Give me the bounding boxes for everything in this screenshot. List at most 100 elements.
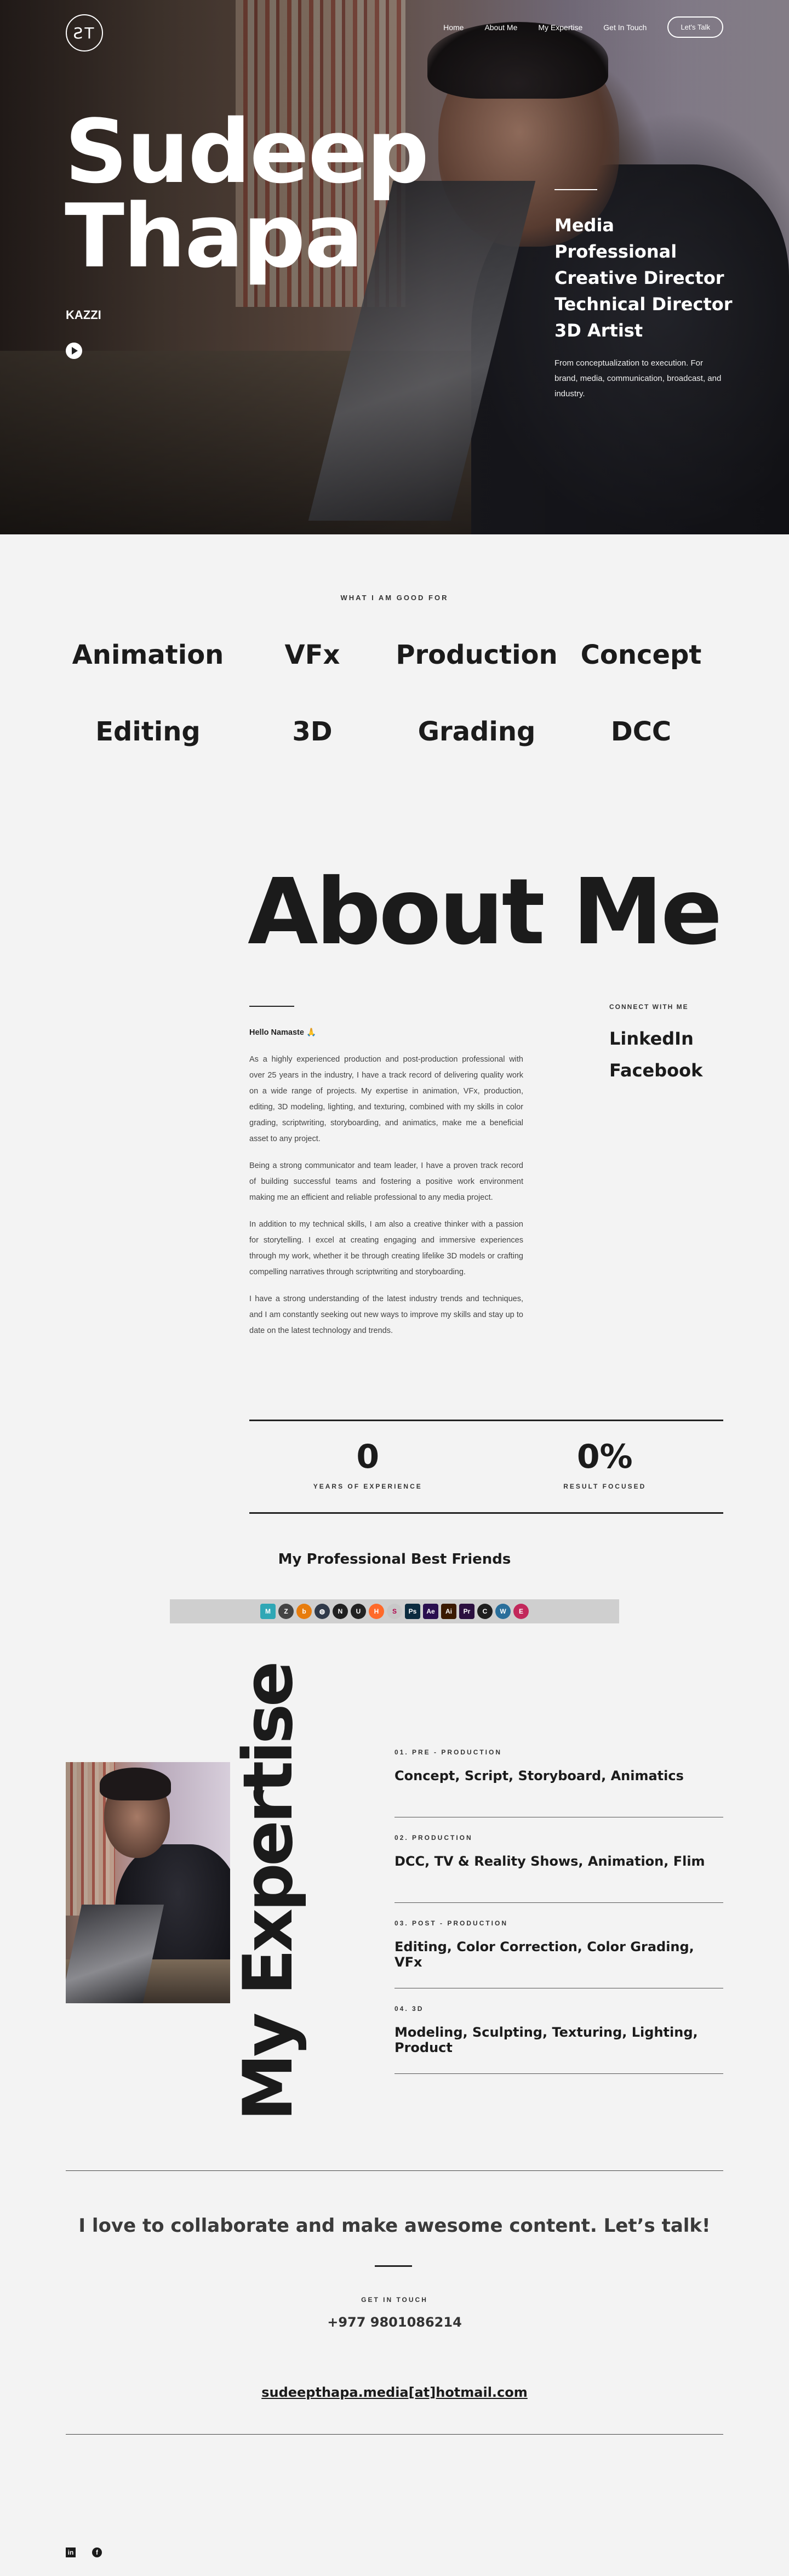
about-paragraph: Being a strong communicator and team lea… [249,1161,523,1202]
skill-item: Production [396,640,558,670]
linkedin-link[interactable]: LinkedIn [609,1023,702,1055]
expertise-item: 02. PRODUCTION DCC, TV & Reality Shows, … [395,1817,723,1903]
stats-bar: 0 YEARS OF EXPERIENCE 0% RESULT FOCUSED [249,1420,723,1514]
skill-item: Concept [580,640,702,670]
nav-link-home[interactable]: Home [443,23,464,32]
nav-link-contact[interactable]: Get In Touch [603,23,647,32]
role-item: Creative Director [554,267,724,288]
tools-heading: My Professional Best Friends [278,1551,511,1568]
site-footer: in f [0,2494,789,2576]
expertise-title: My Expertise [229,1664,308,2121]
skill-item: DCC [610,716,672,747]
about-body: Hello Namaste 🙏 As a highly experienced … [249,1025,523,1350]
davinci-resolve-icon: ◍ [315,1604,330,1619]
wordpress-icon: W [495,1604,511,1619]
skill-item: VFx [284,640,340,670]
contact-bottom-divider [66,2434,723,2435]
photo-hair [100,1768,171,1800]
zbrush-icon: Z [278,1604,294,1619]
about-greeting: Hello Namaste 🙏 [249,1028,317,1037]
hero-section: ƧT Home About Me My Expertise Get In Tou… [0,0,789,534]
expertise-item: 03. POST - PRODUCTION Editing, Color Cor… [395,1903,723,1988]
about-paragraph: As a highly experienced production and p… [249,1055,523,1143]
expertise-text: Modeling, Sculpting, Texturing, Lighting… [395,2025,698,2055]
hero-first-name: Sudeep [65,100,429,203]
stat-years: 0 YEARS OF EXPERIENCE [249,1421,487,1512]
photoshop-icon: Ps [405,1604,420,1619]
stat-label: RESULT FOCUSED [563,1483,647,1490]
expertise-item: 04. 3D Modeling, Sculpting, Texturing, L… [395,1988,723,2074]
premiere-icon: Pr [459,1604,474,1619]
contact-email-wrap: sudeepthapa.media[at]hotmail.com [66,2385,723,2400]
stat-value: 0% [576,1438,633,1476]
contact-section: I love to collaborate and make awesome c… [66,2170,723,2494]
about-title: About Me [248,859,722,965]
contact-divider [375,2265,412,2267]
hero-divider [554,189,597,190]
contact-phone[interactable]: +977 9801086214 [66,2315,723,2330]
expertise-tag: 03. POST - PRODUCTION [395,1919,508,1927]
social-links: in f [66,2547,102,2557]
lets-talk-button[interactable]: Let's Talk [667,16,723,38]
nav-link-about[interactable]: About Me [484,23,517,32]
nuke-icon: N [333,1604,348,1619]
role-item: Technical Director [554,294,733,315]
illustrator-icon: Ai [441,1604,456,1619]
role-item: Media [554,215,615,236]
skills-grid: Animation VFx Production Concept Editing… [66,636,723,751]
role-item: 3D Artist [554,320,643,341]
expertise-text: DCC, TV & Reality Shows, Animation, Flim [395,1854,705,1869]
skill-item: Animation [72,640,224,670]
about-paragraph: In addition to my technical skills, I am… [249,1220,523,1276]
houdini-icon: H [369,1604,384,1619]
expertise-portrait [66,1762,230,2003]
stat-label: YEARS OF EXPERIENCE [313,1483,422,1490]
expertise-tag: 04. 3D [395,2005,424,2013]
facebook-icon[interactable]: f [92,2547,102,2557]
nav-link-expertise[interactable]: My Expertise [538,23,582,32]
about-divider [249,1006,294,1007]
maya-icon: M [260,1604,276,1619]
linkedin-icon[interactable]: in [66,2547,76,2557]
role-item: Professional [554,241,677,262]
hero-alias: KAZZI [66,308,101,322]
about-section: About Me Hello Namaste 🙏 As a highly exp… [0,839,789,1732]
contact-label: GET IN TOUCH [361,2296,428,2304]
substance-icon: S [387,1604,402,1619]
contact-headline: I love to collaborate and make awesome c… [78,2215,711,2237]
connect-block: CONNECT WITH ME LinkedIn Facebook [609,1003,702,1086]
main-nav: Home About Me My Expertise Get In Touch … [443,16,723,38]
cinema4d-icon: C [477,1604,493,1619]
expertise-tag: 01. PRE - PRODUCTION [395,1748,502,1756]
tools-strip: M Zb ◍ N U H S Ps Ae Ai Pr C W E [170,1599,619,1623]
expertise-section: My Expertise 01. PRE - PRODUCTION Concep… [0,1664,789,2170]
site-header: ƧT Home About Me My Expertise Get In Tou… [0,0,789,55]
hero-roles-block: Media Professional Creative Director Tec… [554,189,733,402]
about-paragraph: I have a strong understanding of the lat… [249,1295,523,1335]
contact-email-link[interactable]: sudeepthapa.media[at]hotmail.com [261,2385,528,2400]
facebook-link[interactable]: Facebook [609,1055,702,1086]
stat-results: 0% RESULT FOCUSED [487,1421,724,1512]
after-effects-icon: Ae [423,1604,438,1619]
hero-description: From conceptualization to execution. For… [554,358,722,398]
expertise-text: Concept, Script, Storyboard, Animatics [395,1768,684,1783]
skills-section: WHAT I AM GOOD FOR Animation VFx Product… [0,534,789,839]
blender-icon: b [296,1604,312,1619]
expertise-item: 01. PRE - PRODUCTION Concept, Script, St… [395,1732,723,1817]
stat-value: 0 [356,1438,380,1476]
hero-roles: Media Professional Creative Director Tec… [554,212,733,344]
skill-item: 3D [292,716,333,747]
hero-last-name: Thapa [65,185,364,287]
elementor-icon: E [513,1604,529,1619]
skill-item: Grading [418,716,536,747]
expertise-text: Editing, Color Correction, Color Grading… [395,1939,694,1970]
expertise-tag: 02. PRODUCTION [395,1834,473,1842]
expertise-list: 01. PRE - PRODUCTION Concept, Script, St… [395,1732,723,2074]
site-logo[interactable]: ƧT [66,14,103,52]
skill-item: Editing [95,716,201,747]
play-video-icon[interactable] [66,343,82,359]
unreal-icon: U [351,1604,366,1619]
connect-heading: CONNECT WITH ME [609,1003,689,1011]
skills-heading: WHAT I AM GOOD FOR [340,594,449,602]
hero-name: Sudeep Thapa [65,100,429,287]
